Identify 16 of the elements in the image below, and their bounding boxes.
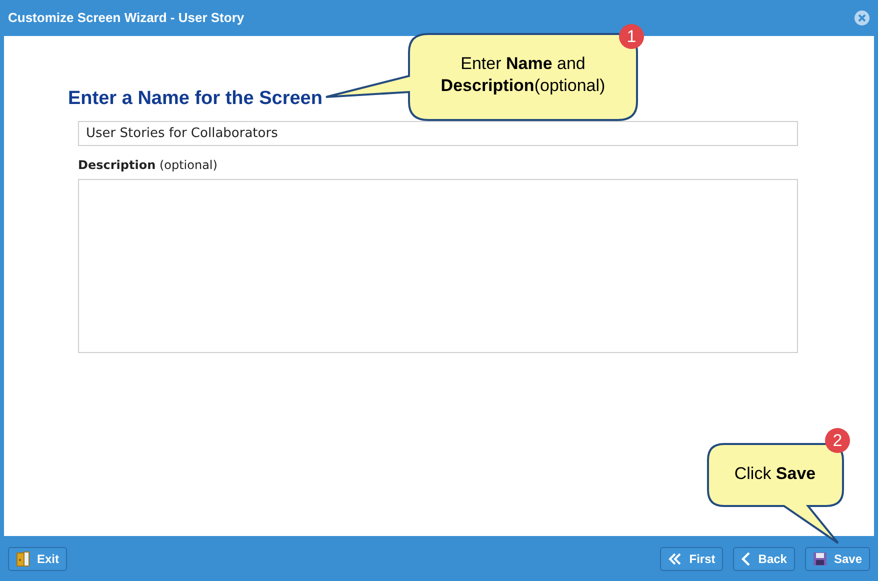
close-icon[interactable]: [854, 10, 870, 26]
callout-text: Click Save: [733, 463, 817, 485]
screen-name-heading: Enter a Name for the Screen: [68, 88, 324, 110]
step-number-badge: 1: [619, 24, 644, 49]
back-button[interactable]: Back: [733, 546, 795, 570]
exit-button[interactable]: Exit: [8, 546, 68, 570]
name-input-field[interactable]: User Stories for Collaborators: [78, 121, 798, 146]
chevron-left-icon: [741, 552, 752, 566]
first-button[interactable]: First: [660, 546, 724, 570]
description-label: Description (optional): [78, 157, 218, 174]
double-chevron-left-icon: [668, 552, 682, 566]
description-input-field[interactable]: [78, 179, 798, 353]
window-title: Customize Screen Wizard - User Story: [8, 9, 244, 28]
callout-text: Enter Name and Description(optional): [440, 53, 606, 97]
door-icon: [16, 550, 30, 566]
save-button[interactable]: Save: [804, 546, 870, 570]
